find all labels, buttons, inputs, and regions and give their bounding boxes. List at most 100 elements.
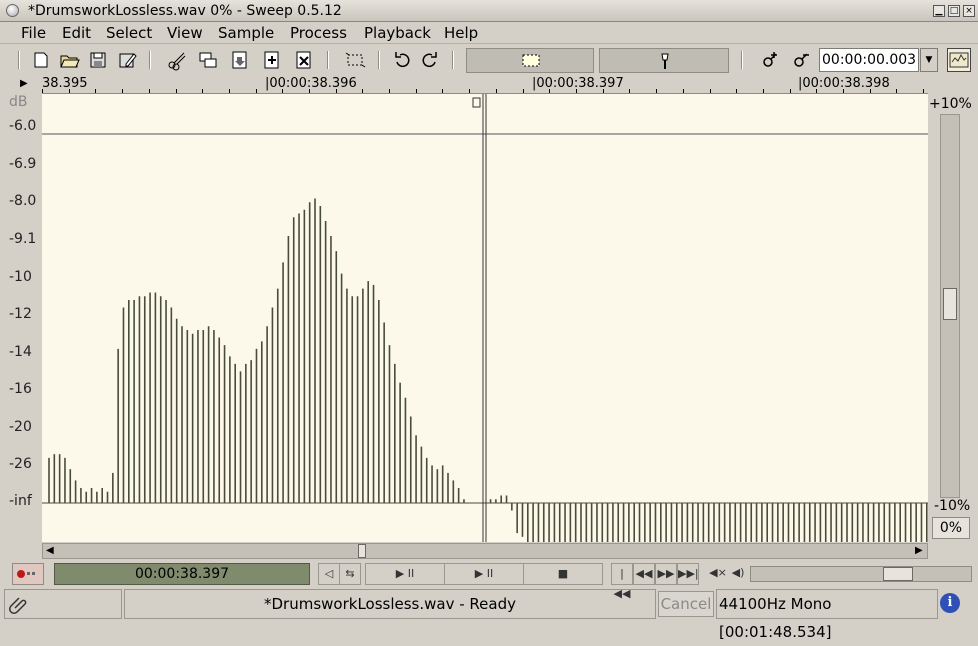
close-icon[interactable]: × — [963, 5, 975, 17]
save-as-icon[interactable] — [116, 49, 138, 71]
ruler-tick — [122, 89, 123, 93]
window-menu-icon[interactable] — [6, 4, 19, 17]
new-file-icon[interactable] — [30, 49, 52, 71]
menu-file[interactable]: File — [18, 24, 49, 42]
playback-position-display[interactable]: 00:00:38.397 — [54, 563, 310, 585]
select-mode-toggle[interactable] — [466, 48, 594, 73]
vzoom-top-label: +10% — [929, 96, 972, 112]
minimize-icon[interactable]: ▁ — [933, 5, 945, 17]
record-icon — [17, 570, 35, 578]
menu-playback[interactable]: Playback — [361, 24, 434, 42]
redo-icon[interactable] — [418, 49, 440, 71]
info-icon[interactable]: i — [940, 593, 960, 613]
vertical-zoom-handle[interactable] — [943, 288, 957, 320]
undo-icon[interactable] — [392, 49, 414, 71]
db-scale: dB -6.0 -6.9 -8.0 -9.1 -10 -12 -14 -16 -… — [4, 94, 42, 542]
scroll-right-icon[interactable]: ▶ — [915, 545, 923, 556]
volume-slider[interactable] — [750, 566, 972, 582]
menu-sample[interactable]: Sample — [215, 24, 277, 42]
status-message: *DrumsworkLossless.wav - Ready — [124, 589, 656, 619]
menu-edit[interactable]: Edit — [59, 24, 94, 42]
vzoom-bottom-label: -10% — [934, 498, 971, 514]
db-label: -10 — [9, 269, 32, 285]
ruler-tick — [149, 89, 150, 93]
waveform-canvas[interactable] — [42, 94, 928, 542]
horizontal-scroll-thumb[interactable] — [358, 544, 366, 558]
vzoom-reset-button[interactable]: 0% — [932, 517, 970, 539]
ruler-tick — [790, 89, 791, 93]
paste-icon[interactable] — [229, 49, 251, 71]
ruler-label: |00:00:38.396 — [265, 76, 357, 91]
waveform-display[interactable] — [42, 94, 928, 542]
ruler-tick — [229, 89, 230, 93]
ruler-tick — [416, 89, 417, 93]
chevron-down-icon[interactable]: ▼ — [920, 48, 938, 72]
db-label: -14 — [9, 344, 32, 360]
db-label: -16 — [9, 381, 32, 397]
maximize-icon[interactable]: □ — [948, 5, 960, 17]
ruler-tick — [710, 89, 711, 93]
ruler-tick — [95, 89, 96, 93]
mute-icon[interactable]: ◀× — [707, 563, 729, 585]
ruler-play-marker-icon[interactable]: ▶ — [20, 78, 28, 89]
scrub-mode-toggle[interactable] — [599, 48, 729, 73]
window-title: *DrumsworkLossless.wav 0% - Sweep 0.5.12 — [28, 3, 342, 19]
ruler-tick — [923, 89, 924, 93]
window-overview-icon[interactable] — [947, 48, 971, 72]
toolbar-separator — [149, 51, 151, 69]
ruler-tick — [496, 89, 497, 93]
volume-icon: ◀) — [731, 566, 745, 579]
volume-handle[interactable] — [883, 567, 913, 581]
paperclip-icon — [9, 597, 27, 614]
time-ruler[interactable]: 38.395 |00:00:38.396 |00:00:38.397 |00:0… — [42, 76, 928, 94]
play-reverse-button[interactable]: ◁ — [318, 563, 340, 585]
paste-mix-icon[interactable] — [261, 49, 283, 71]
play-pause-button[interactable]: ▶ II — [365, 563, 445, 585]
db-label: -8.0 — [9, 193, 37, 209]
ruler-tick — [763, 89, 764, 93]
copy-icon[interactable] — [197, 49, 219, 71]
zoom-in-icon[interactable] — [760, 49, 782, 71]
zoom-out-icon[interactable] — [791, 49, 813, 71]
ruler-tick — [469, 89, 470, 93]
db-unit-label: dB — [9, 94, 28, 110]
zoom-time-entry[interactable]: 00:00:00.003 — [819, 48, 919, 72]
scroll-left-icon[interactable]: ◀ — [46, 545, 54, 556]
db-label: -20 — [9, 419, 32, 435]
rewind-button[interactable]: ◀◀ — [633, 563, 655, 585]
record-button[interactable] — [12, 563, 44, 585]
format-info: 44100Hz Mono [00:01:48.534] — [716, 589, 938, 641]
menu-view[interactable]: View — [164, 24, 206, 42]
fast-forward-button[interactable]: ▶▶ — [655, 563, 677, 585]
cursor-pause-marker-icon — [472, 97, 481, 108]
ruler-label: 38.395 — [42, 76, 88, 91]
open-file-icon[interactable] — [58, 49, 80, 71]
goto-start-button[interactable]: |◀◀ — [611, 563, 633, 600]
ruler-tick — [202, 89, 203, 93]
ruler-label: |00:00:38.398 — [798, 76, 890, 91]
stop-button[interactable]: ■ — [523, 563, 603, 585]
play-selection-button[interactable]: ▶ II — [444, 563, 524, 585]
menu-bar: File Edit Select View Sample Process Pla… — [0, 22, 978, 44]
menu-select[interactable]: Select — [103, 24, 155, 42]
db-label: -6.9 — [9, 156, 37, 172]
ruler-tick — [683, 89, 684, 93]
ruler-tick — [656, 89, 657, 93]
toolbar-separator — [327, 51, 329, 69]
save-icon[interactable] — [87, 49, 109, 71]
toolbar-separator — [452, 51, 454, 69]
goto-end-button[interactable]: ▶▶| — [677, 563, 699, 585]
scrub-mode-icon — [661, 53, 669, 69]
ruler-tick — [523, 89, 524, 93]
menu-process[interactable]: Process — [287, 24, 350, 42]
db-label: -9.1 — [9, 231, 37, 247]
loop-toggle-button[interactable]: ⇆ — [339, 563, 361, 585]
title-bar[interactable]: *DrumsworkLossless.wav 0% - Sweep 0.5.12… — [0, 0, 978, 22]
select-mode-icon — [522, 54, 540, 67]
crop-icon[interactable] — [344, 49, 366, 71]
menu-help[interactable]: Help — [441, 24, 481, 42]
paste-crossfade-icon[interactable] — [293, 49, 315, 71]
horizontal-scrollbar[interactable] — [42, 543, 928, 559]
cancel-button[interactable]: Cancel — [658, 591, 714, 617]
cut-icon[interactable] — [166, 49, 188, 71]
